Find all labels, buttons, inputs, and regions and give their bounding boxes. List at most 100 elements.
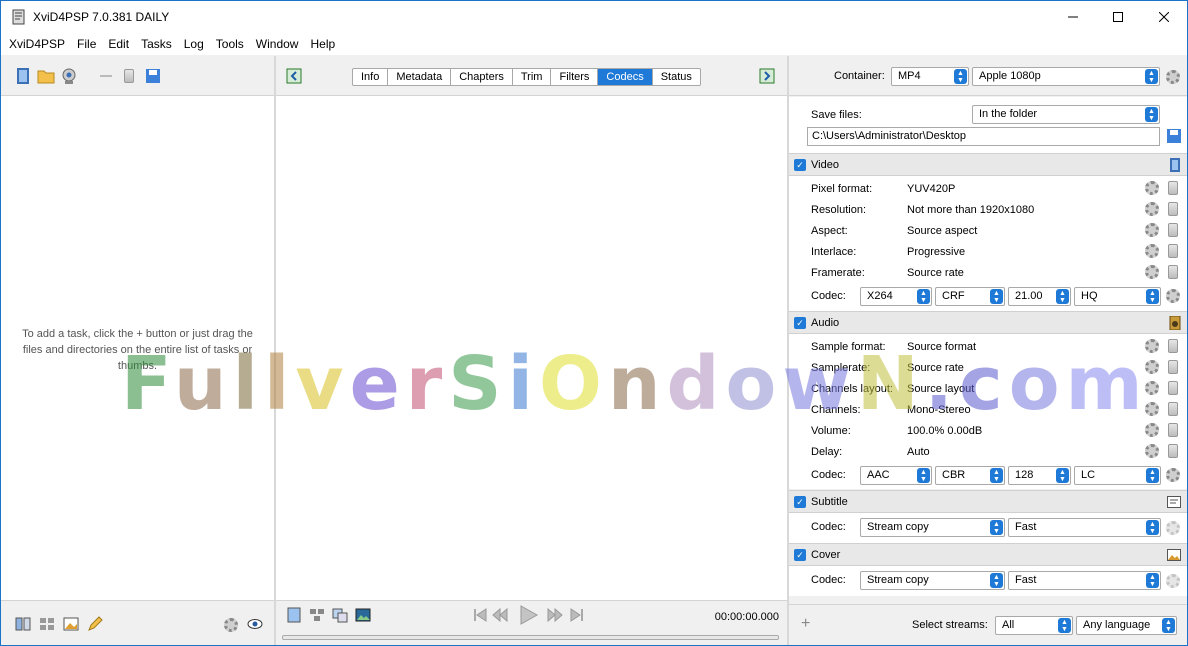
tab-chapters[interactable]: Chapters [451,69,513,85]
video-section-header[interactable]: ✓ Video [789,153,1187,176]
menu-file[interactable]: File [71,33,102,55]
save-icon[interactable] [144,67,162,85]
gear-icon[interactable] [1145,381,1159,395]
gear-icon[interactable] [1145,244,1159,258]
trash-icon[interactable] [124,69,134,83]
video-mode-select[interactable]: CRF ▲ ▼ [935,287,1005,306]
menu-help[interactable]: Help [304,33,341,55]
skip-start-icon[interactable] [473,607,487,623]
eye-icon[interactable] [246,615,264,633]
trash-icon[interactable] [1168,339,1178,353]
thumbs-view-icon[interactable] [38,615,56,633]
cover-settings-gear-icon[interactable] [1166,574,1180,588]
save-mode-select[interactable]: In the folder ▲ ▼ [972,105,1160,124]
collapse-right-icon[interactable] [759,68,775,84]
cover-speed-select[interactable]: Fast ▲ ▼ [1008,571,1161,590]
preset-select[interactable]: Apple 1080p ▲ ▼ [972,67,1160,86]
gear-icon[interactable] [1145,360,1159,374]
audio-profile-select[interactable]: LC ▲ ▼ [1074,466,1161,485]
language-select[interactable]: Any language ▲ ▼ [1076,616,1177,635]
subtitle-settings-gear-icon[interactable] [1166,521,1180,535]
trash-icon[interactable] [1168,402,1178,416]
fast-forward-icon[interactable] [547,607,563,623]
tab-trim[interactable]: Trim [513,69,552,85]
cover-codec-select[interactable]: Stream copy ▲ ▼ [860,571,1005,590]
gear-icon[interactable] [1145,423,1159,437]
collapse-left-icon[interactable] [286,68,302,84]
rewind-icon[interactable] [492,607,508,623]
video-value: Progressive [907,246,966,258]
audio-section-header[interactable]: ✓ Audio [789,311,1187,334]
trash-icon[interactable] [1168,223,1178,237]
subtitle-speed-select[interactable]: Fast ▲ ▼ [1008,518,1161,537]
trash-icon[interactable] [1168,444,1178,458]
seek-bar[interactable] [282,635,779,640]
task-list-view-icon[interactable] [14,615,32,633]
subtitle-codec-select[interactable]: Stream copy ▲ ▼ [860,518,1005,537]
audio-checkbox[interactable]: ✓ [794,317,806,329]
tab-status[interactable]: Status [653,69,700,85]
trash-icon[interactable] [1168,423,1178,437]
gear-icon[interactable] [1145,265,1159,279]
audio-codec-settings-gear-icon[interactable] [1166,468,1180,482]
trash-icon[interactable] [1168,244,1178,258]
picture-icon[interactable] [62,615,80,633]
trash-icon[interactable] [1168,381,1178,395]
tab-codecs[interactable]: Codecs [598,69,653,85]
task-list-pane[interactable]: To add a task, click the + button or jus… [1,56,274,645]
video-codec-settings-gear-icon[interactable] [1166,289,1180,303]
film-icon[interactable] [14,67,32,85]
cover-checkbox[interactable]: ✓ [794,549,806,561]
gear-icon[interactable] [1145,444,1159,458]
menu-tasks[interactable]: Tasks [135,33,178,55]
video-codec-select[interactable]: X264 ▲ ▼ [860,287,932,306]
compare-view-icon[interactable] [332,607,348,623]
menu-window[interactable]: Window [250,33,305,55]
trash-icon[interactable] [1168,181,1178,195]
video-mode-value: CRF [942,290,965,302]
webcam-icon[interactable] [60,67,78,85]
video-quality-input[interactable]: 21.00 ▲ ▼ [1008,287,1071,306]
trash-icon[interactable] [1168,265,1178,279]
skip-end-icon[interactable] [570,607,584,623]
menu-tools[interactable]: Tools [210,33,250,55]
video-preset-select[interactable]: HQ ▲ ▼ [1074,287,1161,306]
gear-icon[interactable] [1145,223,1159,237]
trash-icon[interactable] [1168,202,1178,216]
close-button[interactable] [1141,1,1187,33]
gear-icon[interactable] [1145,202,1159,216]
tab-info[interactable]: Info [353,69,389,85]
trash-icon[interactable] [1168,360,1178,374]
frame-view-icon[interactable] [286,607,302,623]
subtitle-checkbox[interactable]: ✓ [794,496,806,508]
save-path-input[interactable]: C:\Users\Administrator\Desktop [807,127,1160,146]
container-select[interactable]: MP4 ▲ ▼ [891,67,969,86]
preset-settings-gear-icon[interactable] [1166,70,1180,84]
cover-section-header[interactable]: ✓ Cover [789,543,1187,566]
pencil-icon[interactable] [86,615,104,633]
play-icon[interactable] [517,605,539,625]
maximize-button[interactable] [1095,1,1141,33]
settings-gear-icon[interactable] [224,618,238,632]
menu-log[interactable]: Log [178,33,210,55]
gear-icon[interactable] [1145,181,1159,195]
grid-view-icon[interactable] [309,607,325,623]
image-view-icon[interactable] [355,607,371,623]
remove-icon[interactable] [97,67,115,85]
streams-select[interactable]: All ▲ ▼ [995,616,1073,635]
minimize-button[interactable] [1050,1,1096,33]
tab-filters[interactable]: Filters [551,69,599,85]
add-stream-icon[interactable]: + [801,615,810,633]
audio-codec-select[interactable]: AAC ▲ ▼ [860,466,932,485]
video-checkbox[interactable]: ✓ [794,159,806,171]
save-path-icon[interactable] [1166,128,1182,144]
folder-open-icon[interactable] [37,67,55,85]
audio-mode-select[interactable]: CBR ▲ ▼ [935,466,1005,485]
menu-app[interactable]: XviD4PSP [3,33,71,55]
audio-bitrate-input[interactable]: 128 ▲ ▼ [1008,466,1071,485]
tab-metadata[interactable]: Metadata [388,69,452,85]
menu-edit[interactable]: Edit [102,33,135,55]
gear-icon[interactable] [1145,402,1159,416]
subtitle-section-header[interactable]: ✓ Subtitle [789,490,1187,513]
gear-icon[interactable] [1145,339,1159,353]
